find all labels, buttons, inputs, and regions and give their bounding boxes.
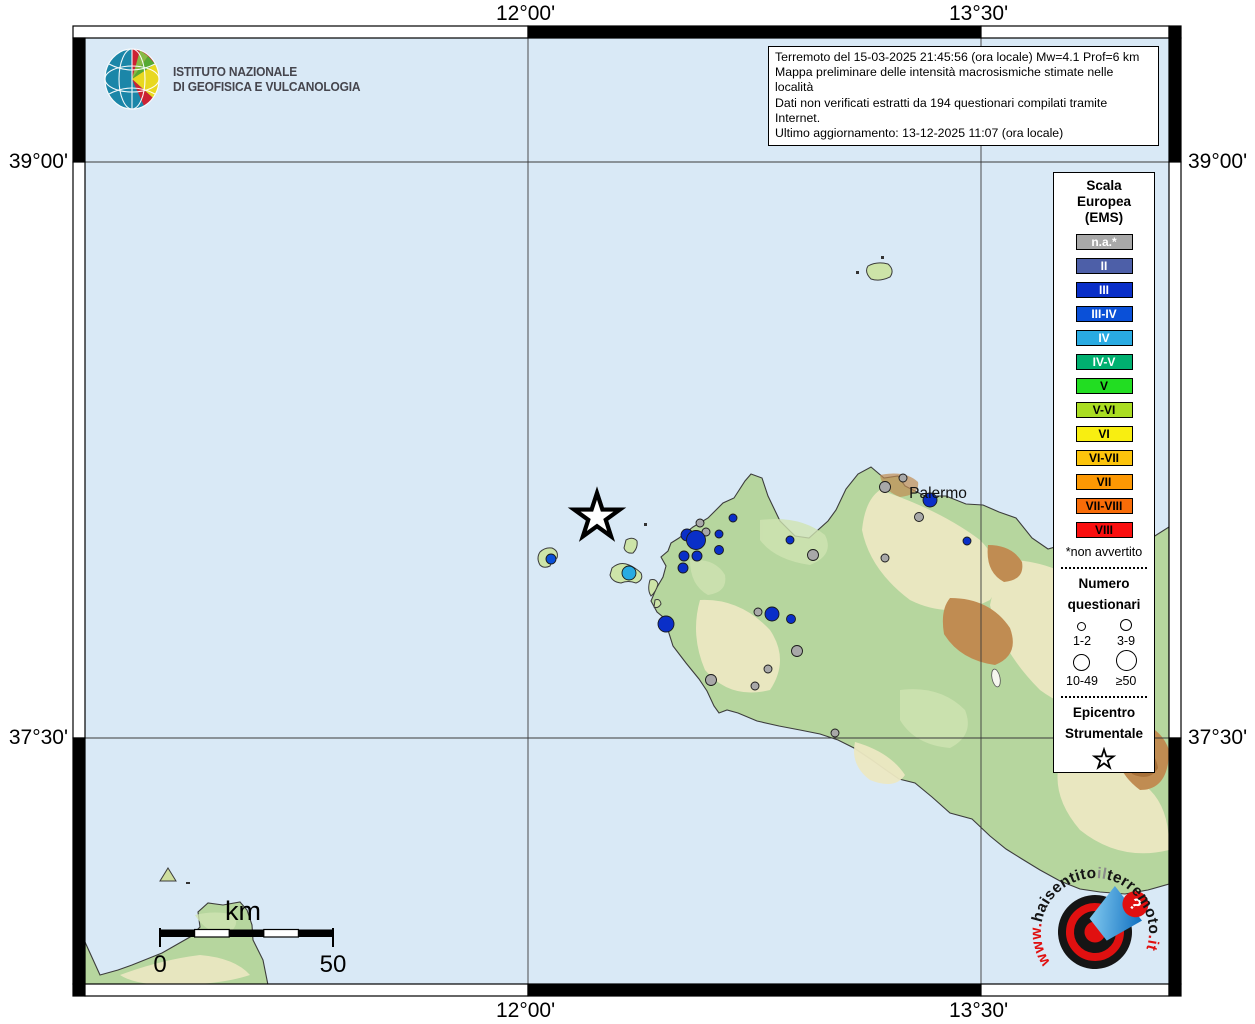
intensity-point xyxy=(729,514,737,522)
ingv-name-line1: ISTITUTO NAZIONALE xyxy=(173,64,360,79)
size-key-1-2: 1-2 xyxy=(1073,622,1091,648)
haisentitoilterremoto-watermark: ? www.haisentitoilterremoto.it xyxy=(1025,862,1170,1007)
epicenter-section-title: Epicentro Strumentale xyxy=(1065,702,1143,744)
intensity-point xyxy=(792,646,803,657)
size-key-10-49: 10-49 xyxy=(1066,654,1098,688)
legend-panel: Scala Europea (EMS) n.a.*IIIIIIII-IVIVIV… xyxy=(1053,172,1155,773)
scale-bar-end: 50 xyxy=(320,951,347,978)
size-key-3-9: 3-9 xyxy=(1117,619,1135,648)
intensity-swatch-vvi: V-VI xyxy=(1076,402,1133,418)
legend-divider xyxy=(1061,567,1147,569)
intensity-point xyxy=(754,608,762,616)
event-info-line1: Terremoto del 15-03-2025 21:45:56 (ora l… xyxy=(775,50,1152,65)
ingv-logo: ISTITUTO NAZIONALE DI GEOFISICA E VULCAN… xyxy=(104,48,377,110)
intensity-point xyxy=(715,546,724,555)
lon-label-bottom-right: 13°30' xyxy=(949,999,1008,1023)
intensity-point xyxy=(764,665,772,673)
scale-bar-start: 0 xyxy=(153,951,166,978)
intensity-point xyxy=(658,616,674,632)
intensity-point xyxy=(880,482,891,493)
intensity-swatch-ivv: IV-V xyxy=(1076,354,1133,370)
epicenter-legend-star-icon xyxy=(1090,747,1118,772)
intensity-point xyxy=(765,607,779,621)
intensity-point xyxy=(963,537,971,545)
lat-label-right-bottom: 37°30' xyxy=(1188,726,1247,750)
legend-footnote: *non avvertito xyxy=(1066,545,1142,559)
intensity-point xyxy=(831,729,839,737)
legend-divider-2 xyxy=(1061,696,1147,698)
city-label-palermo: Palermo xyxy=(909,485,967,502)
island-levanzo xyxy=(624,538,637,553)
event-info-line3: Dati non verificati estratti da 194 ques… xyxy=(775,96,1152,126)
lon-label-top-left: 12°00' xyxy=(496,2,555,26)
intensity-swatch-iv: IV xyxy=(1076,330,1133,346)
lat-label-right-top: 39°00' xyxy=(1188,150,1247,174)
intensity-point xyxy=(622,566,636,580)
intensity-swatch-iiiiv: III-IV xyxy=(1076,306,1133,322)
lat-label-left-bottom: 37°30' xyxy=(0,726,68,750)
intensity-point xyxy=(692,551,702,561)
intensity-swatch-viii: VIII xyxy=(1076,522,1133,538)
intensity-swatch-ii: II xyxy=(1076,258,1133,274)
intensity-point xyxy=(881,554,889,562)
intensity-point xyxy=(786,536,794,544)
intensity-point xyxy=(715,530,723,538)
intensity-swatch-vi: VI xyxy=(1076,426,1133,442)
scale-bar-unit: km xyxy=(225,896,261,926)
intensity-point xyxy=(751,682,759,690)
intensity-point xyxy=(679,551,689,561)
intensity-swatch-vivii: VI-VII xyxy=(1076,450,1133,466)
event-info-line4: Ultimo aggiornamento: 13-12-2025 11:07 (… xyxy=(775,126,1152,141)
questionnaire-size-key: 1-2 3-9 10-49 ≥50 xyxy=(1060,619,1148,688)
questionnaire-section-title: Numero questionari xyxy=(1068,573,1141,615)
intensity-swatch-na: n.a.* xyxy=(1076,234,1133,250)
intensity-point xyxy=(915,513,924,522)
event-info-box: Terremoto del 15-03-2025 21:45:56 (ora l… xyxy=(768,46,1159,146)
intensity-point xyxy=(706,675,717,686)
intensity-point xyxy=(678,563,688,573)
lat-label-left-top: 39°00' xyxy=(0,150,68,174)
intensity-point xyxy=(808,550,819,561)
intensity-scale: n.a.*IIIIIIII-IVIVIV-VVV-VIVIVI-VIIVIIVI… xyxy=(1076,234,1133,538)
island-ustica xyxy=(867,263,893,280)
intensity-swatch-viiviii: VII-VIII xyxy=(1076,498,1133,514)
intensity-point xyxy=(899,474,907,482)
intensity-swatch-v: V xyxy=(1076,378,1133,394)
lon-label-bottom-left: 12°00' xyxy=(496,999,555,1023)
size-key-≥50: ≥50 xyxy=(1116,650,1137,688)
intensity-point xyxy=(696,519,704,527)
lon-label-top-right: 13°30' xyxy=(949,2,1008,26)
intensity-swatch-vii: VII xyxy=(1076,474,1133,490)
legend-title: Scala Europea (EMS) xyxy=(1077,178,1131,226)
intensity-point xyxy=(787,615,796,624)
ingv-globe-icon xyxy=(104,48,161,110)
intensity-swatch-iii: III xyxy=(1076,282,1133,298)
intensity-point xyxy=(687,531,706,550)
ingv-name-line2: DI GEOFISICA E VULCANOLOGIA xyxy=(173,79,360,94)
event-info-line2: Mappa preliminare delle intensità macros… xyxy=(775,65,1152,95)
intensity-point xyxy=(546,554,556,564)
